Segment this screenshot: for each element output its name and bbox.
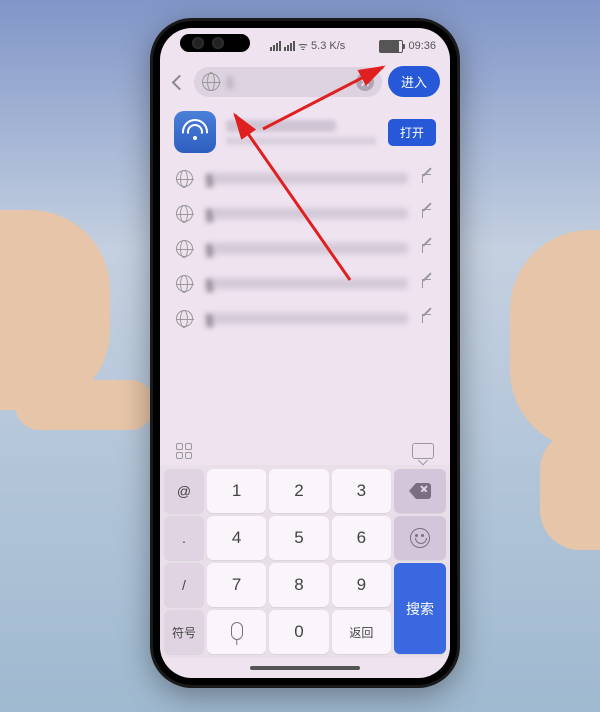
fill-arrow-icon[interactable] [420,277,434,291]
signal-icon [270,41,281,51]
key-1[interactable]: 1 [207,469,266,513]
gesture-bar[interactable] [160,658,450,678]
address-bar-row: 1 进入 [160,60,450,103]
key-3[interactable]: 3 [332,469,391,513]
key-7[interactable]: 7 [207,563,266,607]
key-search[interactable]: 搜索 [394,563,446,654]
key-emoji[interactable] [394,516,446,560]
key-at[interactable]: @ [164,469,204,513]
suggestion-list: 1 1 1 1 1 [160,161,450,336]
hide-keyboard-icon[interactable] [412,443,434,459]
suggestion-item[interactable]: 1 [160,301,450,336]
key-8[interactable]: 8 [269,563,328,607]
suggestion-item[interactable]: 1 [160,266,450,301]
key-mic[interactable] [207,610,266,654]
screen: ᯤ 5.3 K/s 09:36 1 进入 [160,28,450,678]
key-5[interactable]: 5 [269,516,328,560]
globe-icon [176,170,193,187]
back-button[interactable] [170,73,188,91]
suggestion-item[interactable]: 1 [160,161,450,196]
key-2[interactable]: 2 [269,469,328,513]
camera-notch [180,34,250,52]
keyboard-toolbar [160,437,450,465]
signal-icon-2 [284,41,295,51]
globe-icon [176,240,193,257]
clear-icon[interactable] [356,73,374,91]
suggestion-item[interactable]: 1 [160,196,450,231]
address-bar[interactable]: 1 [194,67,382,97]
app-icon [174,111,216,153]
apps-grid-icon[interactable] [176,443,192,459]
key-4[interactable]: 4 [207,516,266,560]
address-value: 1 [226,74,350,90]
clock: 09:36 [408,40,436,52]
globe-icon [176,310,193,327]
key-backspace[interactable] [394,469,446,513]
key-symbols[interactable]: 符号 [164,610,204,654]
app-suggestion[interactable]: 打开 [160,103,450,161]
battery-icon [379,40,403,53]
fill-arrow-icon[interactable] [420,312,434,326]
app-text [226,120,378,145]
fill-arrow-icon[interactable] [420,242,434,256]
key-slash[interactable]: / [164,563,204,607]
open-button[interactable]: 打开 [388,119,436,146]
fill-arrow-icon[interactable] [420,207,434,221]
globe-icon [176,205,193,222]
enter-button[interactable]: 进入 [388,66,440,97]
globe-icon [202,73,220,91]
key-return[interactable]: 返回 [332,610,391,654]
numeric-keyboard: @ 1 2 3 . 4 5 6 / 7 8 9 搜索 符号 0 返回 [160,465,450,658]
wifi-status-icon: ᯤ [298,39,308,54]
key-6[interactable]: 6 [332,516,391,560]
key-dot[interactable]: . [164,516,204,560]
phone-frame: ᯤ 5.3 K/s 09:36 1 进入 [150,18,460,688]
key-9[interactable]: 9 [332,563,391,607]
fill-arrow-icon[interactable] [420,172,434,186]
key-0[interactable]: 0 [269,610,328,654]
suggestion-item[interactable]: 1 [160,231,450,266]
globe-icon [176,275,193,292]
network-speed: 5.3 K/s [311,40,345,52]
